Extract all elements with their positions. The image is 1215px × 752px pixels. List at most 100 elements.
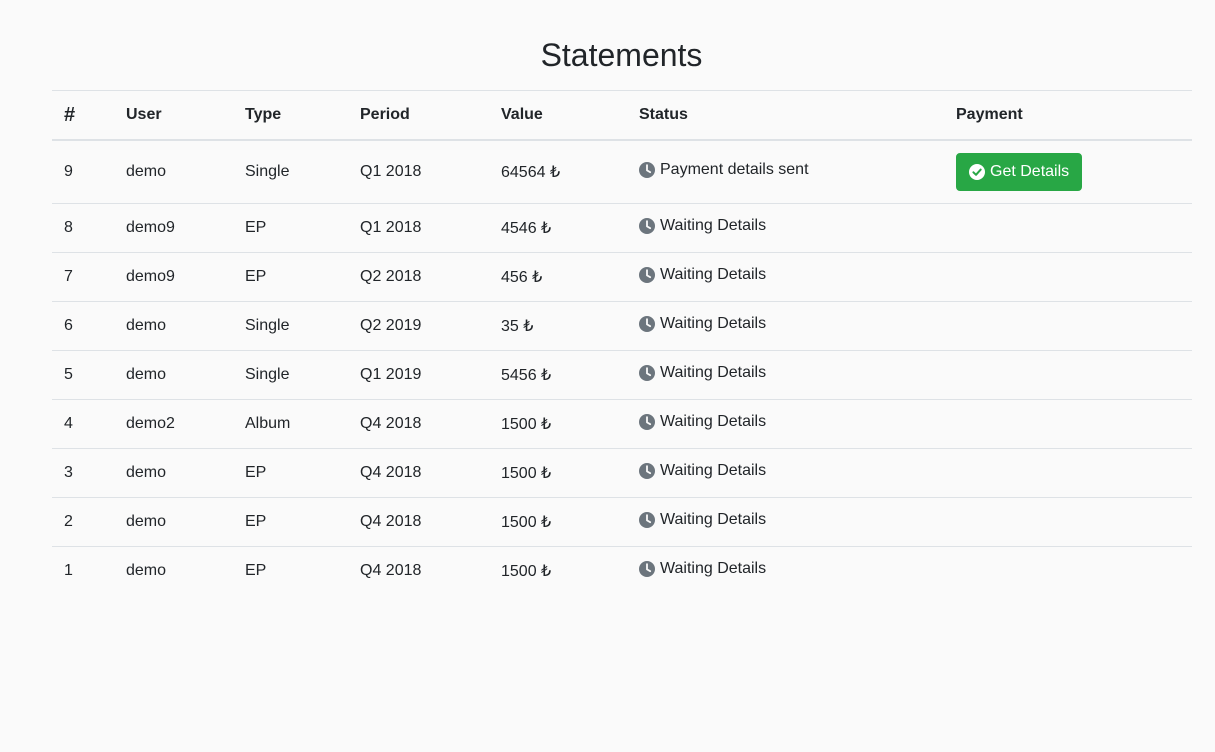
table-row: 5 demo Single Q1 2019 5456 ₺ Waiting Det…	[52, 350, 1192, 400]
column-header-user: User	[114, 90, 233, 141]
clock-icon	[639, 414, 655, 430]
cell-payment	[944, 252, 1192, 302]
column-header-type: Type	[233, 90, 348, 141]
cell-type: EP	[233, 252, 348, 302]
status-indicator: Waiting Details	[639, 266, 766, 284]
cell-user: demo9	[114, 252, 233, 302]
cell-status: Waiting Details	[627, 448, 944, 498]
cell-number: 9	[64, 163, 73, 180]
cell-period: Q4 2018	[348, 448, 489, 498]
table-row: 6 demo Single Q2 2019 35 ₺ Waiting Detai…	[52, 301, 1192, 351]
statements-table: # User Type Period Value Status Payment …	[52, 90, 1192, 595]
cell-payment	[944, 497, 1192, 547]
cell-number: 2	[52, 497, 114, 547]
table-header: # User Type Period Value Status Payment	[52, 90, 1192, 141]
cell-type: EP	[233, 203, 348, 253]
cell-period: Q1 2019	[348, 350, 489, 400]
status-indicator: Waiting Details	[639, 413, 766, 431]
cell-type: EP	[233, 546, 348, 595]
status-indicator: Payment details sent	[639, 161, 809, 179]
get-details-button[interactable]: Get Details	[956, 153, 1083, 191]
status-indicator: Waiting Details	[639, 462, 766, 480]
cell-value: 64564 ₺	[501, 164, 561, 181]
status-text: Waiting Details	[660, 266, 767, 283]
cell-number: 1	[52, 546, 114, 595]
cell-payment	[944, 546, 1192, 595]
cell-status: Waiting Details	[627, 399, 944, 449]
status-indicator: Waiting Details	[639, 364, 766, 382]
cell-period: Q4 2018	[348, 399, 489, 449]
page-title: Statements	[540, 37, 703, 73]
clock-icon	[639, 463, 655, 479]
cell-user: demo	[126, 163, 167, 180]
cell-status: Waiting Details	[627, 350, 944, 400]
cell-user: demo	[114, 497, 233, 547]
cell-type: EP	[233, 448, 348, 498]
cell-payment	[944, 350, 1192, 400]
cell-type: Album	[233, 399, 348, 449]
column-header-number: #	[52, 90, 114, 141]
get-details-label: Get Details	[990, 163, 1070, 180]
clock-icon	[639, 561, 655, 577]
status-indicator: Waiting Details	[639, 560, 766, 578]
cell-period: Q1 2018	[360, 163, 422, 180]
cell-status: Waiting Details	[627, 546, 944, 595]
cell-value: 5456 ₺	[489, 350, 627, 400]
cell-value: 1500 ₺	[489, 448, 627, 498]
status-indicator: Waiting Details	[639, 315, 766, 333]
column-header-payment: Payment	[944, 90, 1192, 141]
cell-number: 7	[52, 252, 114, 302]
cell-value: 1500 ₺	[489, 497, 627, 547]
status-text: Waiting Details	[660, 315, 767, 332]
cell-status: Payment details sent	[627, 140, 944, 204]
cell-number: 4	[52, 399, 114, 449]
statements-table-container: # User Type Period Value Status Payment …	[52, 90, 1192, 595]
table-row: 2 demo EP Q4 2018 1500 ₺ Waiting Details	[52, 497, 1192, 547]
cell-number: 8	[52, 203, 114, 253]
status-text: Waiting Details	[660, 462, 767, 479]
table-row: 9 demo Single Q1 2018 64564 ₺ Payment de…	[52, 140, 1192, 204]
status-text: Payment details sent	[660, 161, 809, 178]
column-header-period: Period	[348, 90, 489, 141]
cell-period: Q1 2018	[348, 203, 489, 253]
clock-icon	[639, 162, 655, 178]
clock-icon	[639, 316, 655, 332]
cell-payment	[944, 301, 1192, 351]
header-row: # User Type Period Value Status Payment	[52, 90, 1192, 141]
cell-status: Waiting Details	[627, 252, 944, 302]
cell-payment: Get Details	[944, 140, 1192, 204]
cell-value: 4546 ₺	[489, 203, 627, 253]
cell-number: 6	[52, 301, 114, 351]
cell-number: 3	[52, 448, 114, 498]
clock-icon	[639, 365, 655, 381]
status-indicator: Waiting Details	[639, 511, 766, 529]
check-circle-icon	[969, 164, 985, 180]
cell-user: demo	[114, 546, 233, 595]
cell-payment	[944, 448, 1192, 498]
cell-user: demo	[114, 350, 233, 400]
cell-payment	[944, 399, 1192, 449]
status-text: Waiting Details	[660, 217, 767, 234]
cell-type: Single	[245, 163, 290, 180]
cell-user: demo	[114, 301, 233, 351]
cell-user: demo	[114, 448, 233, 498]
status-indicator: Waiting Details	[639, 217, 766, 235]
cell-payment	[944, 203, 1192, 253]
cell-value: 456 ₺	[489, 252, 627, 302]
table-row: 7 demo9 EP Q2 2018 456 ₺ Waiting Details	[52, 252, 1192, 302]
clock-icon	[639, 218, 655, 234]
status-text: Waiting Details	[660, 511, 767, 528]
table-row: 1 demo EP Q4 2018 1500 ₺ Waiting Details	[52, 546, 1192, 595]
status-text: Waiting Details	[660, 364, 767, 381]
status-text: Waiting Details	[660, 413, 767, 430]
cell-user: demo9	[114, 203, 233, 253]
table-row: 4 demo2 Album Q4 2018 1500 ₺ Waiting Det…	[52, 399, 1192, 449]
clock-icon	[639, 512, 655, 528]
cell-type: EP	[233, 497, 348, 547]
cell-value: 1500 ₺	[489, 546, 627, 595]
cell-period: Q2 2018	[348, 252, 489, 302]
cell-type: Single	[233, 350, 348, 400]
clock-icon	[639, 267, 655, 283]
table-row: 8 demo9 EP Q1 2018 4546 ₺ Waiting Detail…	[52, 203, 1192, 253]
cell-number: 5	[52, 350, 114, 400]
